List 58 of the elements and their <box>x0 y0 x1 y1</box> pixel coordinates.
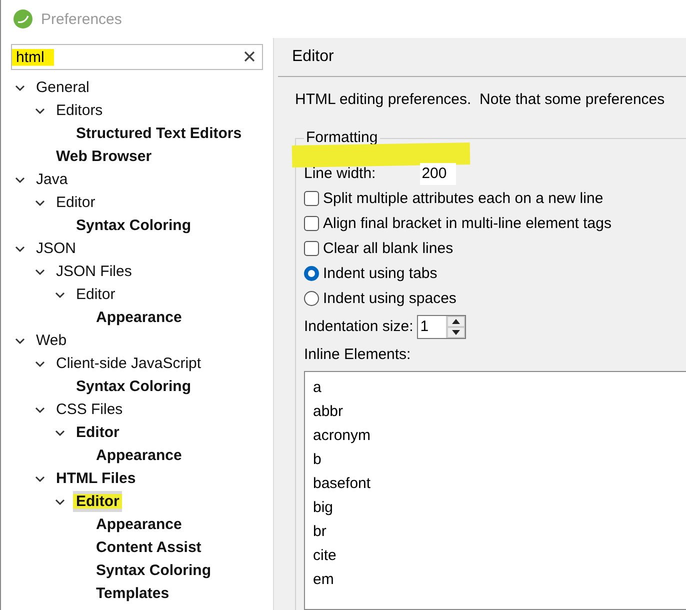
clear-icon[interactable] <box>244 51 255 62</box>
tree-item[interactable]: JSON Files <box>53 261 135 282</box>
page-title: Editor <box>292 48 334 66</box>
tree-item[interactable]: General <box>33 77 92 98</box>
window-title: Preferences <box>41 10 122 28</box>
tree-item[interactable]: Web Browser <box>53 146 155 167</box>
tree-item[interactable]: Client-side JavaScript <box>53 353 204 374</box>
option-label: Align final bracket in multi-line element tags <box>323 215 612 232</box>
list-item[interactable]: a <box>313 376 686 400</box>
tree-item[interactable]: Syntax Coloring <box>73 376 194 397</box>
radio-button[interactable] <box>304 291 319 306</box>
inline-elements-label: Inline Elements: <box>304 346 411 363</box>
down-arrow-icon <box>452 330 460 334</box>
increment-button[interactable] <box>447 316 466 326</box>
list-item[interactable]: cite <box>313 544 686 568</box>
list-item[interactable]: acronym <box>313 424 686 448</box>
option-label: Indent using tabs <box>323 265 438 282</box>
tree-item[interactable]: JSON <box>33 238 80 259</box>
checkbox[interactable] <box>304 216 319 231</box>
app-logo-icon <box>13 9 33 29</box>
tree-item[interactable]: Editor <box>73 422 122 443</box>
tree-item[interactable]: HTML Files <box>53 468 139 489</box>
indentation-label: Indentation size: <box>304 318 414 335</box>
option-label: Split multiple attributes each on a new line <box>323 190 604 207</box>
tree-item[interactable]: Web <box>33 330 70 351</box>
list-item[interactable]: em <box>313 568 686 592</box>
decrement-button[interactable] <box>447 326 466 338</box>
tree-item[interactable]: Structured Text Editors <box>73 123 245 144</box>
checkbox[interactable] <box>304 191 319 206</box>
line-width-field[interactable]: 200 <box>420 162 456 184</box>
tree-item[interactable]: Appearance <box>93 514 185 535</box>
tree-item[interactable]: CSS Files <box>53 399 126 420</box>
indentation-spinner[interactable]: 1 <box>417 314 466 338</box>
tree-item[interactable]: Editor <box>73 491 122 512</box>
list-item[interactable]: basefont <box>313 472 686 496</box>
tree-item[interactable]: Syntax Coloring <box>93 560 214 581</box>
search-field[interactable]: html <box>11 44 263 70</box>
list-item[interactable]: b <box>313 448 686 472</box>
radio-button[interactable] <box>304 266 319 281</box>
tree-item[interactable]: Syntax Coloring <box>73 215 194 236</box>
list-item[interactable]: br <box>313 520 686 544</box>
option-label: Indent using spaces <box>323 290 456 307</box>
tree-item[interactable]: Java <box>33 169 71 190</box>
line-width-label: Line width: <box>304 165 376 182</box>
option-label: Clear all blank lines <box>323 240 454 257</box>
tree-item[interactable]: Editor <box>73 284 118 305</box>
checkbox[interactable] <box>304 241 319 256</box>
tree-item[interactable]: Content Assist <box>93 537 204 558</box>
group-title: Formatting <box>304 129 380 146</box>
list-item[interactable]: abbr <box>313 400 686 424</box>
page-description: HTML editing preferences. Note that some preferences <box>295 91 666 108</box>
list-item[interactable]: big <box>313 496 686 520</box>
up-arrow-icon <box>452 318 460 324</box>
tree-item[interactable]: Templates <box>93 583 172 604</box>
tree-item[interactable]: Editor <box>53 192 98 213</box>
tree-item[interactable]: Appearance <box>93 307 185 328</box>
tree-item[interactable]: Editors <box>53 100 106 121</box>
tree-item[interactable]: Appearance <box>93 445 185 466</box>
